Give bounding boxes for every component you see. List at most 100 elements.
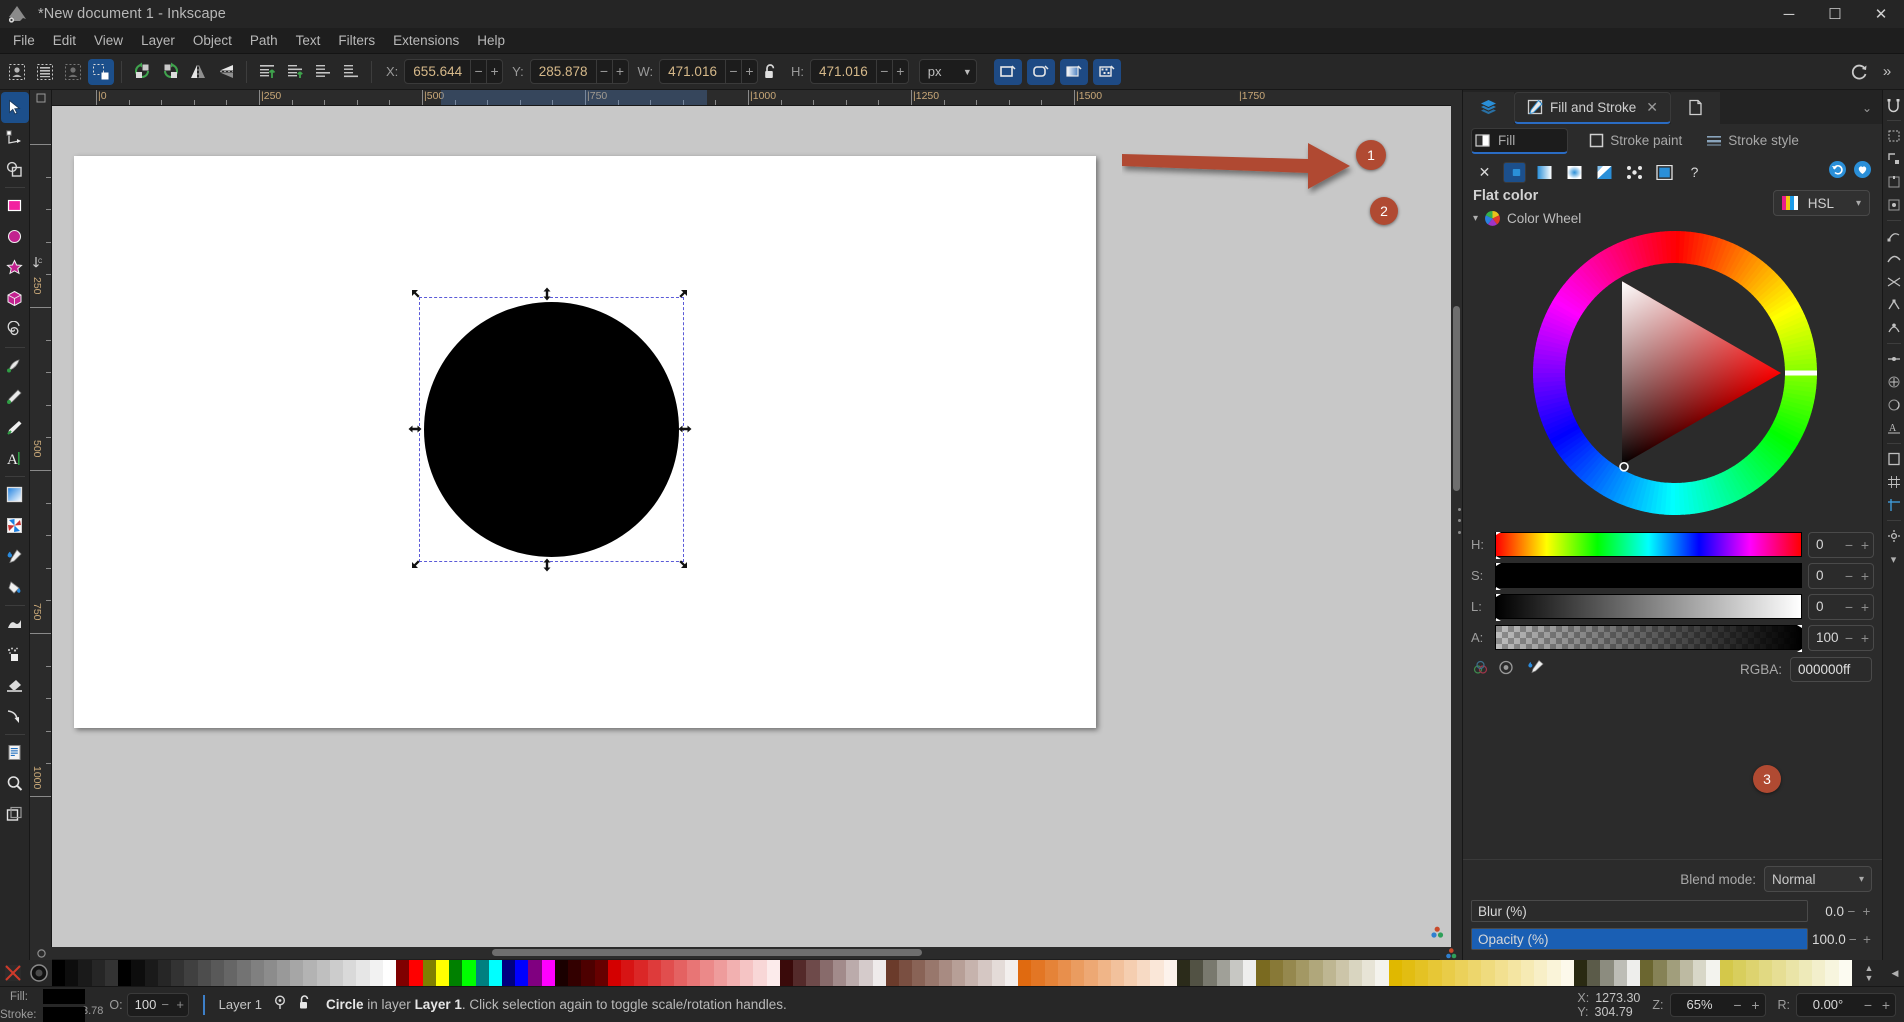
zoom-field[interactable]: 65% − + <box>1669 992 1766 1017</box>
close-button[interactable]: ✕ <box>1858 0 1904 28</box>
saturation-value-field[interactable]: 0 − + <box>1808 562 1874 589</box>
snap-settings-icon[interactable] <box>1884 525 1904 547</box>
palette-swatch[interactable] <box>263 960 277 986</box>
opacity-value-field[interactable]: 100.0 − + <box>1812 932 1874 947</box>
hue-minus-button[interactable]: − <box>1841 537 1857 553</box>
palette-swatch[interactable] <box>581 960 595 986</box>
tab-stroke-style[interactable]: Stroke style <box>1703 128 1802 154</box>
h-plus-button[interactable]: + <box>891 60 908 83</box>
palette-swatch[interactable] <box>316 960 330 986</box>
fill-mesh-gradient-button[interactable] <box>1593 162 1616 183</box>
tool-tweak[interactable] <box>1 608 29 639</box>
palette-swatch[interactable] <box>1044 960 1058 986</box>
tool-fill[interactable] <box>1 572 29 603</box>
tab-fill-and-stroke[interactable]: Fill and Stroke ✕ <box>1514 92 1672 124</box>
palette-swatch[interactable] <box>713 960 727 986</box>
snap-guides-icon[interactable] <box>1884 494 1904 516</box>
palette-swatch[interactable] <box>951 960 966 986</box>
palette-none-swatch[interactable] <box>0 960 26 986</box>
panel-resize-grip[interactable] <box>1456 507 1462 534</box>
w-minus-button[interactable]: − <box>724 60 741 83</box>
palette-swatch[interactable] <box>329 960 344 986</box>
palette-swatch[interactable] <box>1468 960 1482 986</box>
palette-swatch[interactable] <box>1666 960 1680 986</box>
tool-dropper[interactable] <box>1 541 29 572</box>
palette-swatch[interactable] <box>1587 960 1601 986</box>
palette-swatch[interactable] <box>634 960 648 986</box>
rotation-plus-button[interactable]: + <box>1877 997 1895 1013</box>
palette-scroll-up-icon[interactable]: ▲ <box>1865 963 1874 973</box>
rotation-minus-button[interactable]: − <box>1859 997 1877 1013</box>
blur-plus-button[interactable]: + <box>1859 904 1874 919</box>
palette-swatch[interactable] <box>938 960 952 986</box>
snap-text-baseline-icon[interactable]: A <box>1884 417 1904 439</box>
palette-swatch[interactable] <box>1719 960 1733 986</box>
palette-swatch[interactable] <box>1004 960 1019 986</box>
affect-stroke-width-icon[interactable] <box>993 58 1022 85</box>
palette-swatch[interactable] <box>1282 960 1297 986</box>
color-wheel-graphic[interactable] <box>1505 223 1845 523</box>
palette-swatch[interactable] <box>1203 960 1217 986</box>
blur-value-field[interactable]: 0.0 − + <box>1812 904 1874 919</box>
tool-connector[interactable] <box>1 701 29 732</box>
menu-filters[interactable]: Filters <box>329 30 384 51</box>
stroke-indicator-swatch[interactable] <box>43 1006 85 1022</box>
menu-layer[interactable]: Layer <box>132 30 184 51</box>
palette-swatch[interactable] <box>541 960 555 986</box>
palette-swatch[interactable] <box>1176 960 1191 986</box>
palette-swatch[interactable] <box>1838 960 1852 986</box>
palette-swatch[interactable] <box>1772 960 1786 986</box>
palette-swatch[interactable] <box>210 960 225 986</box>
alpha-value-field[interactable]: 100 − + <box>1808 624 1874 651</box>
palette-swatch[interactable] <box>303 960 317 986</box>
palette-swatch[interactable] <box>779 960 794 986</box>
palette-swatch[interactable] <box>1309 960 1323 986</box>
x-plus-button[interactable]: + <box>486 60 502 83</box>
out-of-gamut-icon[interactable] <box>1498 660 1514 680</box>
tool-boolean[interactable] <box>1 154 29 185</box>
opacity-indicator-minus[interactable]: − <box>158 997 173 1012</box>
palette-swatches[interactable] <box>52 960 1852 986</box>
palette-swatch[interactable] <box>700 960 714 986</box>
rotate-cw-icon[interactable] <box>157 59 183 85</box>
color-wheel-widget[interactable] <box>1463 227 1882 527</box>
palette-swatch[interactable] <box>1428 960 1442 986</box>
tool-gradient[interactable] <box>1 479 29 510</box>
palette-swatch[interactable] <box>1626 960 1641 986</box>
color-managed-icon[interactable] <box>1473 660 1490 680</box>
palette-swatch[interactable] <box>885 960 899 986</box>
close-icon[interactable]: ✕ <box>1646 99 1658 116</box>
vertical-scrollbar-thumb[interactable] <box>1453 306 1460 491</box>
y-plus-button[interactable]: + <box>611 60 628 83</box>
snap-object-center-icon[interactable] <box>1884 371 1904 393</box>
saturation-slider-thumb[interactable] <box>1496 563 1501 590</box>
palette-swatch[interactable] <box>197 960 211 986</box>
opacity-plus-button[interactable]: + <box>1860 932 1874 947</box>
palette-swatch[interactable] <box>1798 960 1813 986</box>
selection-handle-se[interactable] <box>674 555 688 574</box>
h-field[interactable]: 471.016 − + <box>809 59 909 84</box>
maximize-button[interactable]: ☐ <box>1812 0 1858 28</box>
palette-swatch[interactable] <box>621 960 635 986</box>
palette-swatch[interactable] <box>144 960 158 986</box>
w-field[interactable]: 471.016 − + <box>659 59 758 84</box>
tool-spray[interactable] <box>1 639 29 670</box>
palette-swatch[interactable] <box>753 960 767 986</box>
palette-swatch[interactable] <box>250 960 264 986</box>
fill-flat-button[interactable] <box>1503 161 1526 183</box>
palette-swatch[interactable] <box>1216 960 1230 986</box>
palette-swatch[interactable] <box>899 960 913 986</box>
palette-swatch[interactable] <box>290 960 304 986</box>
palette-swatch[interactable] <box>978 960 992 986</box>
menu-view[interactable]: View <box>85 30 132 51</box>
fill-linear-gradient-button[interactable] <box>1533 162 1556 183</box>
palette-swatch[interactable] <box>1534 960 1548 986</box>
menu-edit[interactable]: Edit <box>44 30 85 51</box>
palette-swatch[interactable] <box>157 960 172 986</box>
palette-swatch[interactable] <box>1600 960 1614 986</box>
blur-slider[interactable]: Blur (%) <box>1471 900 1808 922</box>
snap-page-border-icon[interactable] <box>1884 448 1904 470</box>
blur-minus-button[interactable]: − <box>1844 904 1859 919</box>
zoom-minus-button[interactable]: − <box>1729 997 1747 1013</box>
snap-bounding-box-icon[interactable] <box>1884 125 1904 147</box>
